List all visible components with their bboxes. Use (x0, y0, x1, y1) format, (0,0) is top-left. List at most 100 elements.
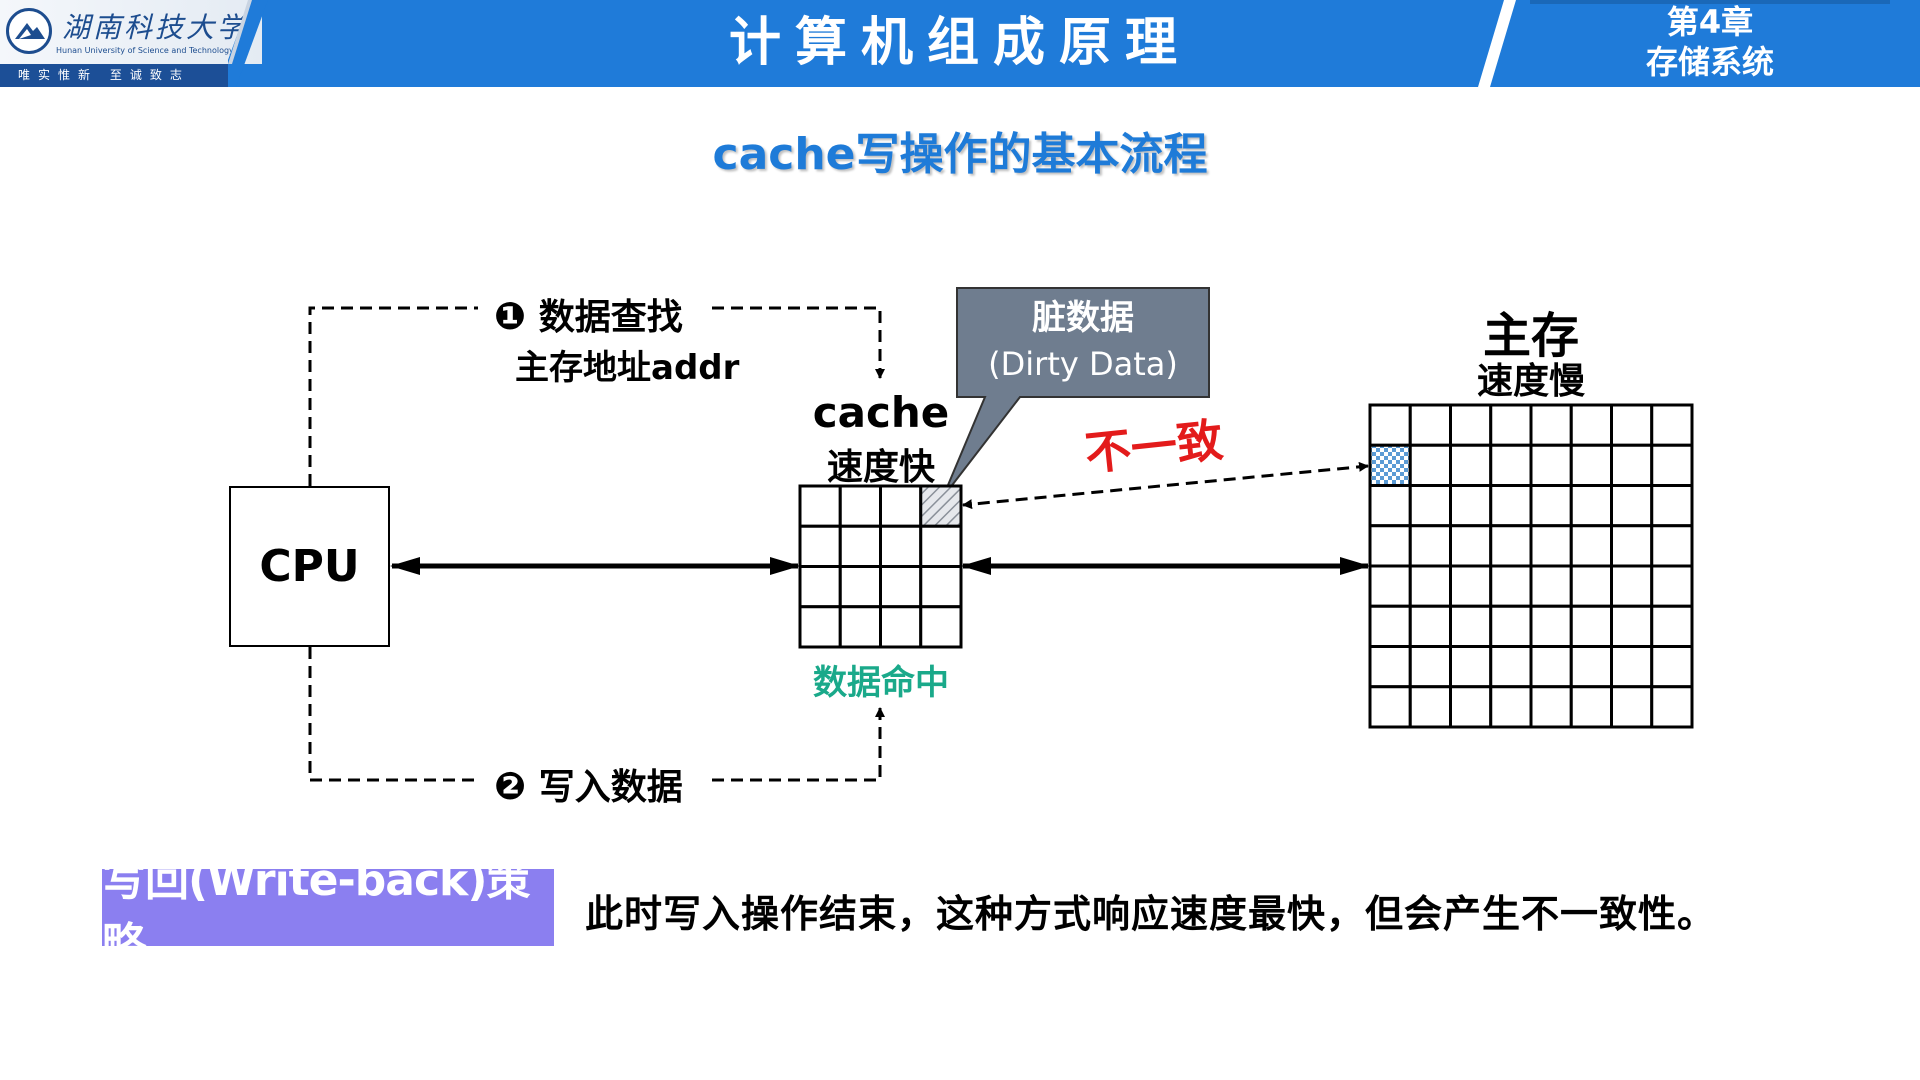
write-back-policy-badge: 写回(Write-back)策略 (102, 855, 554, 970)
grid-cell (1489, 604, 1533, 648)
grid-cell (1368, 484, 1412, 528)
grid-cell (1368, 564, 1412, 608)
grid-cell (798, 565, 842, 609)
grid-cell (798, 484, 842, 528)
grid-cell (1650, 564, 1694, 608)
grid-cell (1449, 443, 1493, 487)
grid-cell (1489, 645, 1533, 689)
grid-cell (879, 605, 923, 649)
grid-cell (838, 524, 882, 568)
cache-title: cache (812, 388, 950, 437)
grid-cell (1408, 685, 1452, 729)
stale-memory-cell (1368, 443, 1412, 487)
grid-cell (1529, 403, 1573, 447)
grid-cell (1650, 645, 1694, 689)
cpu-label: CPU (259, 541, 360, 592)
grid-cell (1408, 564, 1452, 608)
grid-cell (1610, 685, 1654, 729)
dirty-data-callout-text: 脏数据 (Dirty Data) (957, 288, 1209, 397)
grid-cell (1408, 524, 1452, 568)
step1-marker: ❶ (494, 294, 527, 338)
grid-cell (1368, 604, 1412, 648)
grid-cell (1569, 604, 1613, 648)
step1-address-label: 主存地址addr (515, 348, 740, 388)
cache-speed: 速度快 (826, 447, 935, 488)
policy-description: 此时写入操作结束，这种方式响应速度最快，但会产生不一致性。 (585, 892, 1717, 936)
grid-cell (1489, 443, 1533, 487)
grid-cell (1489, 484, 1533, 528)
cpu-box: CPU (229, 486, 390, 647)
grid-cell (1449, 403, 1493, 447)
grid-cell (1489, 403, 1533, 447)
grid-cell (1489, 685, 1533, 729)
grid-cell (1529, 484, 1573, 528)
grid-cell (919, 524, 963, 568)
grid-cell (1529, 443, 1573, 487)
grid-cell (1408, 484, 1452, 528)
grid-cell (1610, 564, 1654, 608)
grid-cell (1368, 524, 1412, 568)
grid-cell (879, 484, 923, 528)
step1-title: 数据查找 (538, 297, 683, 338)
grid-cell (1610, 403, 1654, 447)
grid-cell (1569, 645, 1613, 689)
grid-cell (1489, 524, 1533, 568)
grid-cell (838, 605, 882, 649)
grid-cell (1408, 604, 1452, 648)
grid-cell (1408, 645, 1452, 689)
step2-marker: ❷ (494, 764, 527, 808)
grid-cell (1408, 443, 1452, 487)
grid-cell (1449, 685, 1493, 729)
grid-cell (1650, 403, 1694, 447)
grid-cell (1449, 524, 1493, 568)
cache-hit-label: 数据命中 (813, 663, 949, 703)
grid-cell (1569, 403, 1613, 447)
grid-cell (879, 565, 923, 609)
grid-cell (1610, 484, 1654, 528)
grid-cell (1408, 403, 1452, 447)
grid-cell (798, 524, 842, 568)
grid-cell (1610, 443, 1654, 487)
grid-cell (1569, 685, 1613, 729)
grid-cell (1610, 604, 1654, 648)
grid-cell (838, 484, 882, 528)
grid-cell (1449, 645, 1493, 689)
grid-cell (1569, 564, 1613, 608)
grid-cell (1650, 604, 1694, 648)
grid-cell (1529, 524, 1573, 568)
grid-cell (1368, 685, 1412, 729)
grid-cell (1650, 484, 1694, 528)
grid-cell (1449, 564, 1493, 608)
dirty-data-cn: 脏数据 (1032, 298, 1134, 338)
memory-speed: 速度慢 (1476, 361, 1585, 402)
step2-label: ❷ 写入数据 (494, 758, 683, 810)
dirty-cache-cell (919, 484, 963, 528)
grid-cell (1569, 484, 1613, 528)
cache-grid (798, 484, 963, 649)
grid-cell (798, 605, 842, 649)
grid-cell (1610, 645, 1654, 689)
grid-cell (1529, 604, 1573, 648)
grid-cell (1529, 685, 1573, 729)
grid-cell (1368, 403, 1412, 447)
grid-cell (1650, 524, 1694, 568)
grid-cell (1610, 524, 1654, 568)
grid-cell (1569, 524, 1613, 568)
grid-cell (919, 565, 963, 609)
grid-cell (879, 524, 923, 568)
grid-cell (1569, 443, 1613, 487)
grid-cell (1650, 685, 1694, 729)
grid-cell (1529, 564, 1573, 608)
memory-grid (1368, 403, 1694, 729)
step1-label: ❶ 数据查找 (494, 288, 683, 340)
grid-cell (838, 565, 882, 609)
grid-cell (1650, 443, 1694, 487)
grid-cell (1368, 645, 1412, 689)
grid-cell (1449, 484, 1493, 528)
grid-cell (1489, 564, 1533, 608)
grid-cell (919, 605, 963, 649)
step2-title: 写入数据 (538, 767, 683, 808)
grid-cell (1529, 645, 1573, 689)
grid-cell (1449, 604, 1493, 648)
dirty-data-en: (Dirty Data) (988, 345, 1178, 383)
